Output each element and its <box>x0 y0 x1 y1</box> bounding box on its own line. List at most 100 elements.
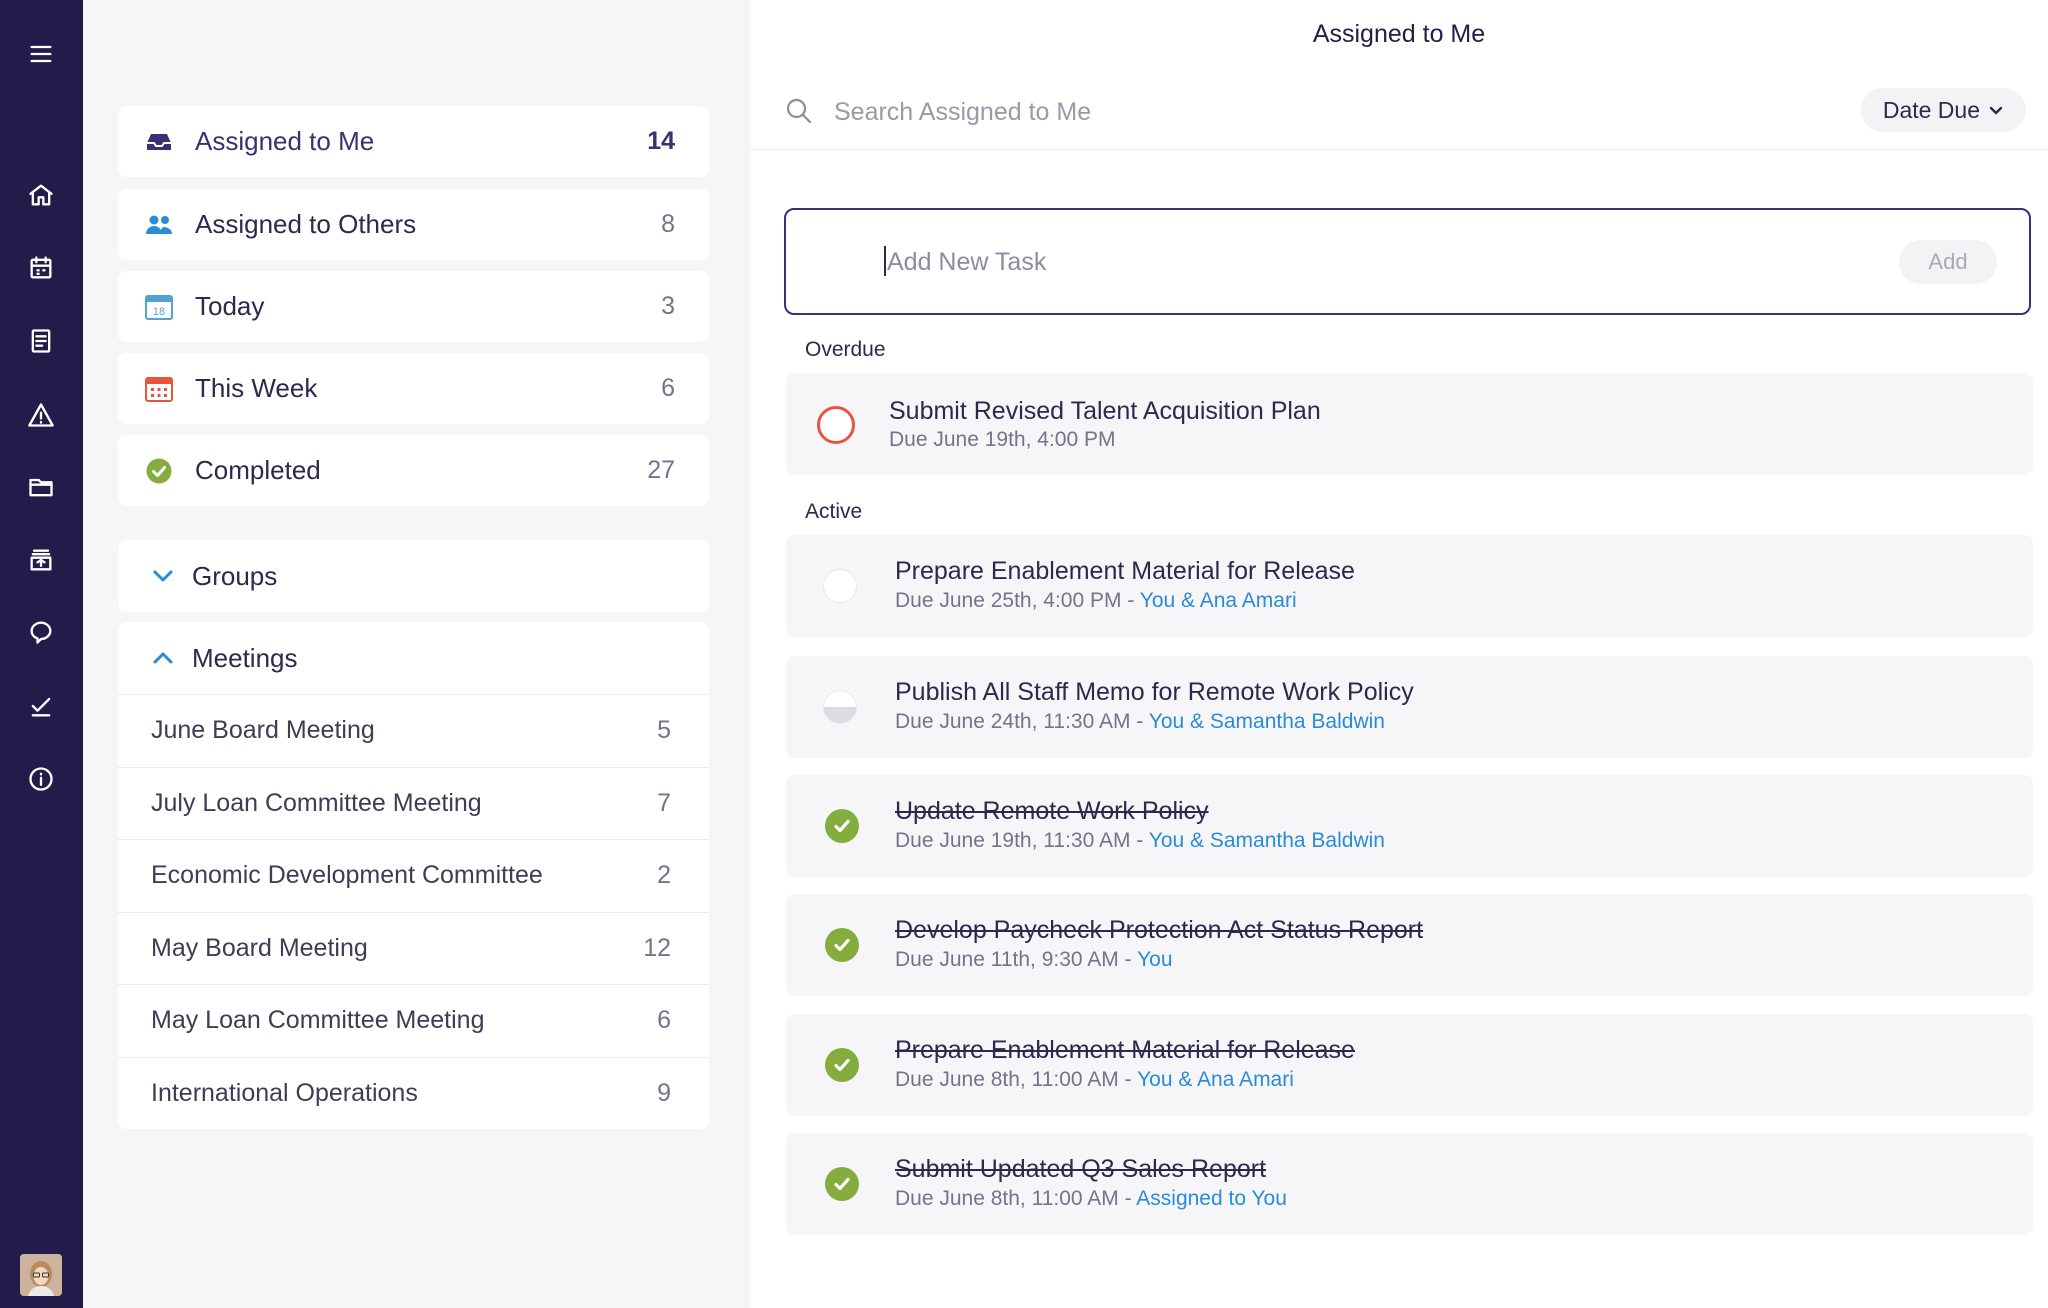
document-icon[interactable] <box>21 321 61 361</box>
meeting-item[interactable]: International Operations 9 <box>118 1056 709 1130</box>
task-assignee: You <box>1137 948 1173 971</box>
task-item[interactable]: Update Remote Work Policy Due June 19th,… <box>786 775 2033 877</box>
meeting-label: July Loan Committee Meeting <box>151 788 482 817</box>
add-task-box: Add <box>784 208 2031 315</box>
meeting-count: 5 <box>657 716 671 745</box>
meeting-count: 6 <box>657 1006 671 1035</box>
nav-today[interactable]: 18 Today 3 <box>118 271 709 342</box>
overdue-heading: Overdue <box>805 338 886 361</box>
task-meta: Due June 11th, 9:30 AM - You <box>895 948 1173 972</box>
task-assignee: You & Samantha Baldwin <box>1148 710 1385 733</box>
home-icon[interactable] <box>21 175 61 215</box>
meeting-item[interactable]: May Loan Committee Meeting 6 <box>118 984 709 1057</box>
task-title: Update Remote Work Policy <box>895 797 1209 825</box>
task-separator: - <box>1130 710 1149 733</box>
task-meta: Due June 25th, 4:00 PM - You & Ana Amari <box>895 589 1297 613</box>
folder-icon[interactable] <box>21 467 61 507</box>
meeting-label: Economic Development Committee <box>151 861 543 890</box>
today-icon-day: 18 <box>153 306 165 318</box>
task-status-half-icon[interactable] <box>823 690 857 724</box>
meeting-item[interactable]: June Board Meeting 5 <box>118 694 709 767</box>
nav-count: 3 <box>661 292 675 320</box>
nav-label: Today <box>195 291 265 321</box>
nav-completed[interactable]: Completed 27 <box>118 435 709 506</box>
meeting-item[interactable]: July Loan Committee Meeting 7 <box>118 766 709 840</box>
task-meta: Due June 8th, 11:00 AM - Assigned to You <box>895 1187 1287 1211</box>
task-status-overdue-icon[interactable] <box>817 406 855 444</box>
filters-panel: Assigned to Me 14 Assigned to Others 8 1… <box>83 0 750 1308</box>
user-avatar[interactable] <box>20 1254 62 1296</box>
groups-section: Groups <box>118 540 709 612</box>
task-item[interactable]: Publish All Staff Memo for Remote Work P… <box>786 656 2033 758</box>
task-item[interactable]: Develop Paycheck Protection Act Status R… <box>786 894 2033 996</box>
calendar-icon[interactable] <box>21 248 61 288</box>
add-task-input[interactable] <box>887 240 1787 284</box>
chat-icon[interactable] <box>21 612 61 652</box>
task-title: Publish All Staff Memo for Remote Work P… <box>895 678 1414 706</box>
task-separator: - <box>1118 948 1138 971</box>
nav-count: 8 <box>661 210 675 238</box>
search-input[interactable] <box>834 90 1534 134</box>
meeting-count: 12 <box>643 933 671 962</box>
calendar-week-icon <box>143 373 175 405</box>
menu-icon[interactable] <box>21 34 61 74</box>
calendar-today-icon: 18 <box>143 291 175 323</box>
task-separator: - <box>1118 1068 1138 1091</box>
task-due: Due June 19th, 11:30 AM <box>895 829 1131 852</box>
meeting-count: 7 <box>657 788 671 817</box>
check-circle-icon[interactable] <box>825 1167 859 1201</box>
task-due: Due June 8th, 11:00 AM <box>895 1068 1119 1091</box>
nav-count: 27 <box>647 456 675 484</box>
checkmark-icon[interactable] <box>21 686 61 726</box>
meeting-label: May Board Meeting <box>151 933 368 962</box>
meeting-item[interactable]: Economic Development Committee 2 <box>118 839 709 912</box>
inbox-icon <box>143 126 175 158</box>
task-meta: Due June 24th, 11:30 AM - You & Samantha… <box>895 710 1385 734</box>
task-title: Prepare Enablement Material for Release <box>895 557 1355 585</box>
task-separator: - <box>1130 829 1149 852</box>
meeting-label: May Loan Committee Meeting <box>151 1006 485 1035</box>
archive-icon[interactable] <box>21 540 61 580</box>
sort-dropdown[interactable]: Date Due <box>1860 88 2026 132</box>
task-list-area: Assigned to Me Date Due Add Overdue Subm… <box>750 0 2048 1308</box>
groups-label: Groups <box>192 560 278 591</box>
chevron-down-icon <box>150 563 176 589</box>
check-circle-icon[interactable] <box>825 809 859 843</box>
task-meta: Due June 19th, 4:00 PM <box>889 428 1115 452</box>
meetings-toggle[interactable]: Meetings <box>118 622 709 694</box>
task-title: Submit Updated Q3 Sales Report <box>895 1155 1267 1183</box>
nav-assigned-to-others[interactable]: Assigned to Others 8 <box>118 189 709 260</box>
nav-count: 14 <box>647 127 675 155</box>
task-separator: - <box>1118 1187 1137 1210</box>
nav-assigned-to-me[interactable]: Assigned to Me 14 <box>118 106 709 177</box>
sort-label: Date Due <box>1882 96 1980 123</box>
task-due: Due June 11th, 9:30 AM <box>895 948 1119 971</box>
add-button[interactable]: Add <box>1899 240 1997 284</box>
search-bar: Date Due <box>750 84 2048 150</box>
meetings-section: Meetings June Board Meeting 5 July Loan … <box>118 622 709 1129</box>
nav-this-week[interactable]: This Week 6 <box>118 353 709 424</box>
groups-toggle[interactable]: Groups <box>118 540 709 612</box>
task-item[interactable]: Submit Revised Talent Acquisition Plan D… <box>786 373 2033 475</box>
page-title: Assigned to Me <box>1312 20 1486 48</box>
meeting-count: 2 <box>657 861 671 890</box>
task-status-empty-icon[interactable] <box>823 569 857 603</box>
task-item[interactable]: Prepare Enablement Material for Release … <box>786 535 2033 637</box>
check-circle-icon <box>143 455 175 487</box>
check-circle-icon[interactable] <box>825 928 859 962</box>
active-heading: Active <box>805 500 863 523</box>
meeting-item[interactable]: May Board Meeting 12 <box>118 911 709 985</box>
task-title: Develop Paycheck Protection Act Status R… <box>895 916 1424 944</box>
chevron-down-icon <box>1988 97 2004 124</box>
task-item[interactable]: Submit Updated Q3 Sales Report Due June … <box>786 1133 2033 1235</box>
meeting-label: June Board Meeting <box>151 716 375 745</box>
left-nav-rail <box>0 0 83 1308</box>
alert-icon[interactable] <box>21 395 61 435</box>
task-title: Submit Revised Talent Acquisition Plan <box>889 397 1321 425</box>
task-assignee: Assigned to You <box>1136 1187 1287 1210</box>
info-icon[interactable] <box>21 759 61 799</box>
task-due: Due June 25th, 4:00 PM <box>895 589 1122 612</box>
check-circle-icon[interactable] <box>825 1048 859 1082</box>
task-item[interactable]: Prepare Enablement Material for Release … <box>786 1014 2033 1116</box>
task-meta: Due June 8th, 11:00 AM - You & Ana Amari <box>895 1068 1294 1092</box>
